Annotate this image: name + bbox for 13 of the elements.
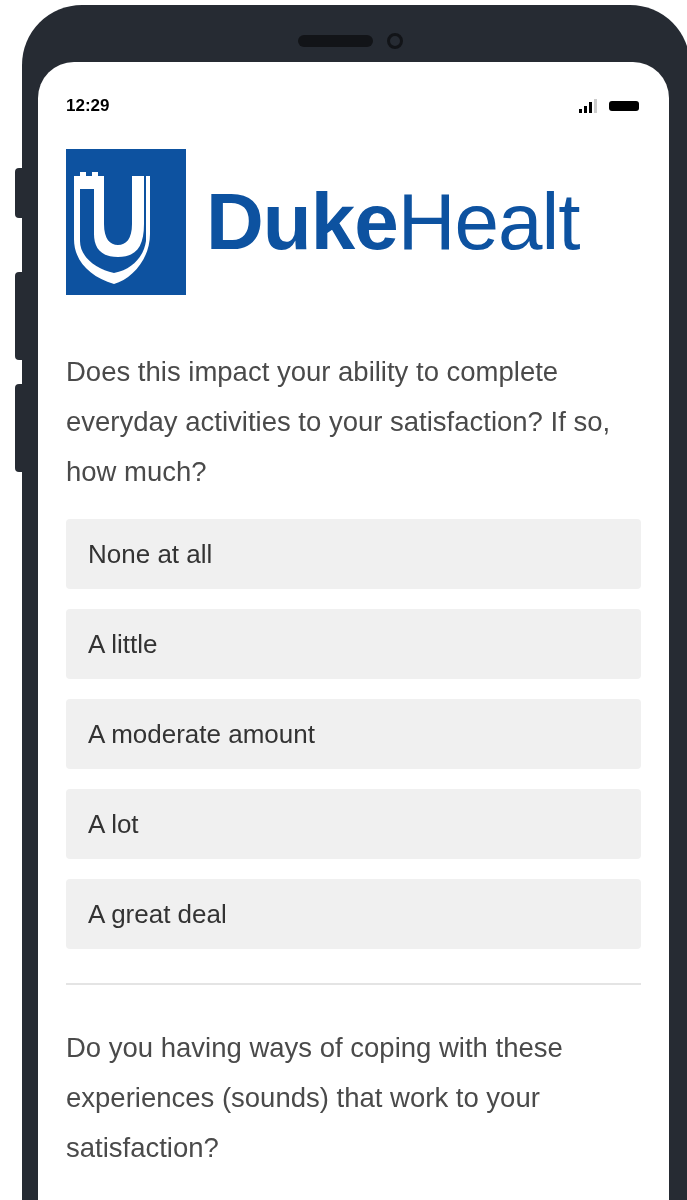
question-text: Does this impact your ability to complete everyday activities to your satisfaction? If so, how much? xyxy=(66,355,612,489)
answer-option[interactable]: A great deal xyxy=(66,879,641,949)
shield-logo-icon xyxy=(66,149,186,295)
answer-option[interactable]: None at all xyxy=(66,519,641,589)
question-text: Do you having ways of coping with these experiences (sounds) that work to your satisfaction? xyxy=(66,1031,564,1165)
signal-icon xyxy=(579,99,597,113)
logo-wordmark: DukeHealt xyxy=(206,182,580,262)
camera-icon xyxy=(387,33,403,49)
answer-option[interactable]: A moderate amount xyxy=(66,699,641,769)
answer-option[interactable]: A lot xyxy=(66,789,641,859)
answer-option[interactable]: A little xyxy=(66,609,641,679)
battery-icon xyxy=(609,101,639,111)
status-time: 12:29 xyxy=(66,95,110,118)
